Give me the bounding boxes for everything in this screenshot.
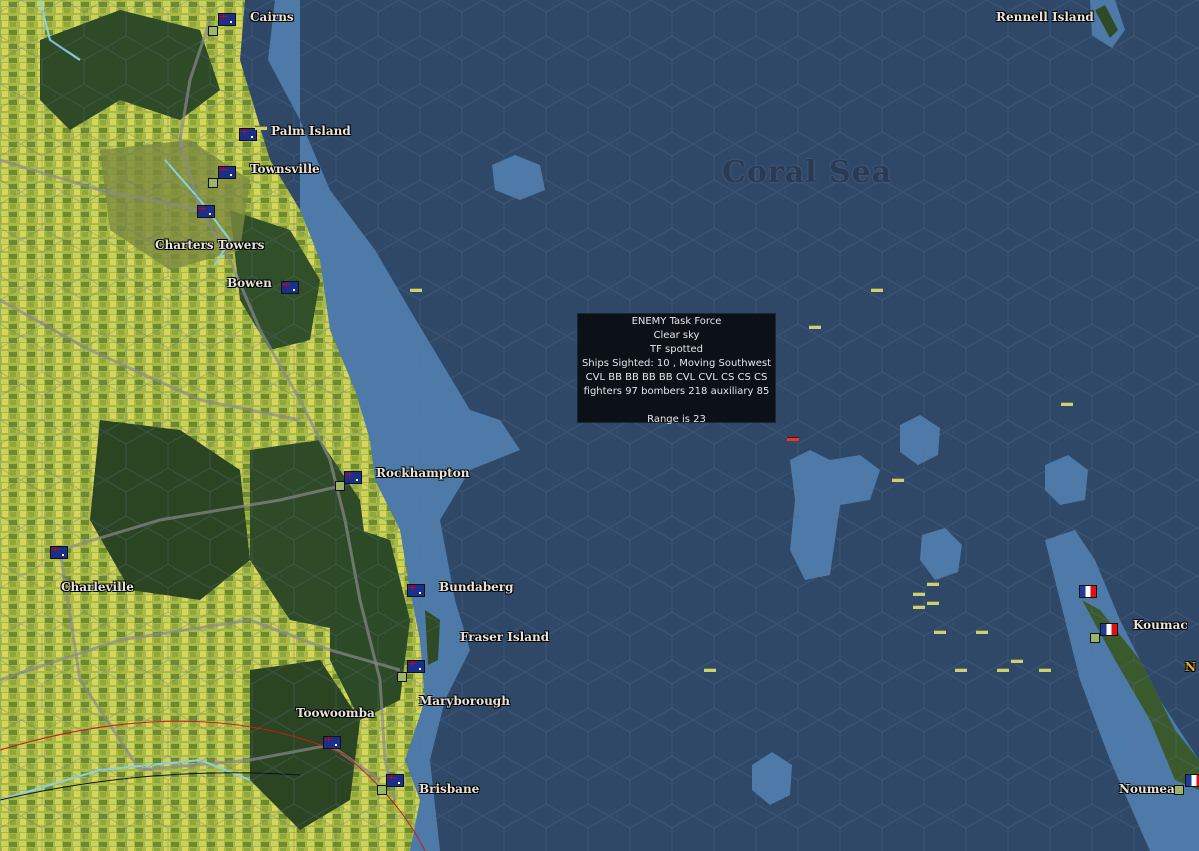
tooltip-aircraft: fighters 97 bombers 218 auxiliary 85 — [583, 386, 770, 397]
australia-flag-icon[interactable] — [50, 546, 68, 559]
enemy-task-force-icon[interactable] — [787, 437, 799, 441]
ship-icon[interactable] — [704, 668, 716, 672]
ship-icon[interactable] — [255, 126, 267, 130]
place-noumea[interactable]: Noumea — [1119, 782, 1175, 796]
ship-icon[interactable] — [809, 325, 821, 329]
ship-icon[interactable] — [927, 601, 939, 605]
base-icon[interactable] — [1174, 785, 1184, 795]
australia-flag-icon[interactable] — [281, 281, 299, 294]
base-icon[interactable] — [208, 26, 218, 36]
place-bundaberg[interactable]: Bundaberg — [439, 580, 514, 594]
tooltip-range: Range is 23 — [647, 414, 706, 425]
ship-icon[interactable] — [892, 478, 904, 482]
tooltip-title: ENEMY Task Force — [631, 316, 722, 327]
australia-flag-icon[interactable] — [323, 736, 341, 749]
place-fraser-island[interactable]: Fraser Island — [460, 630, 549, 644]
australia-flag-icon[interactable] — [218, 166, 236, 179]
australia-flag-icon[interactable] — [344, 471, 362, 484]
place-bowen[interactable]: Bowen — [227, 276, 272, 290]
base-icon[interactable] — [397, 672, 407, 682]
place-koumac[interactable]: Koumac — [1133, 618, 1188, 632]
ship-icon[interactable] — [997, 668, 1009, 672]
place-rennell-island[interactable]: Rennell Island — [996, 10, 1094, 24]
ship-icon[interactable] — [871, 288, 883, 292]
ship-icon[interactable] — [410, 288, 422, 292]
france-flag-icon[interactable] — [1185, 774, 1199, 787]
place-palm-island[interactable]: Palm Island — [271, 124, 351, 138]
australia-flag-icon[interactable] — [386, 774, 404, 787]
ship-icon[interactable] — [927, 582, 939, 586]
tooltip-ships: CVL BB BB BB BB CVL CVL CS CS CS — [585, 372, 768, 383]
ship-icon[interactable] — [976, 630, 988, 634]
base-icon[interactable] — [335, 481, 345, 491]
base-icon[interactable] — [377, 785, 387, 795]
base-icon[interactable] — [1090, 633, 1100, 643]
place-charleville[interactable]: Charleville — [61, 580, 134, 594]
tooltip-sighted: Ships Sighted: 10 , Moving Southwest — [581, 358, 772, 369]
australia-flag-icon[interactable] — [197, 205, 215, 218]
ship-icon[interactable] — [1039, 668, 1051, 672]
task-force-tooltip: ENEMY Task Force Clear sky TF spotted Sh… — [577, 313, 776, 425]
place-townsville[interactable]: Townsville — [250, 162, 320, 176]
place-edge-label: N — [1185, 660, 1196, 674]
map-viewport[interactable]: Coral Sea Cairns Palm Island Townsville … — [0, 0, 1199, 851]
australia-flag-icon[interactable] — [218, 13, 236, 26]
place-maryborough[interactable]: Maryborough — [419, 694, 510, 708]
ship-icon[interactable] — [1011, 659, 1023, 663]
france-flag-icon[interactable] — [1100, 623, 1118, 636]
ship-icon[interactable] — [955, 668, 967, 672]
ship-icon[interactable] — [913, 592, 925, 596]
place-rockhampton[interactable]: Rockhampton — [376, 466, 469, 480]
australia-flag-icon[interactable] — [407, 660, 425, 673]
place-cairns[interactable]: Cairns — [250, 10, 294, 24]
base-icon[interactable] — [208, 178, 218, 188]
france-flag-icon[interactable] — [1079, 585, 1097, 598]
place-charters-towers[interactable]: Charters Towers — [155, 238, 264, 252]
tooltip-weather: Clear sky — [653, 330, 700, 341]
tooltip-status: TF spotted — [649, 344, 704, 355]
place-toowoomba[interactable]: Toowoomba — [296, 706, 375, 720]
place-brisbane[interactable]: Brisbane — [419, 782, 479, 796]
ship-icon[interactable] — [1061, 402, 1073, 406]
ship-icon[interactable] — [913, 605, 925, 609]
sea-label: Coral Sea — [722, 155, 893, 190]
tooltip-spacer — [578, 399, 775, 413]
ship-icon[interactable] — [934, 630, 946, 634]
australia-flag-icon[interactable] — [407, 584, 425, 597]
